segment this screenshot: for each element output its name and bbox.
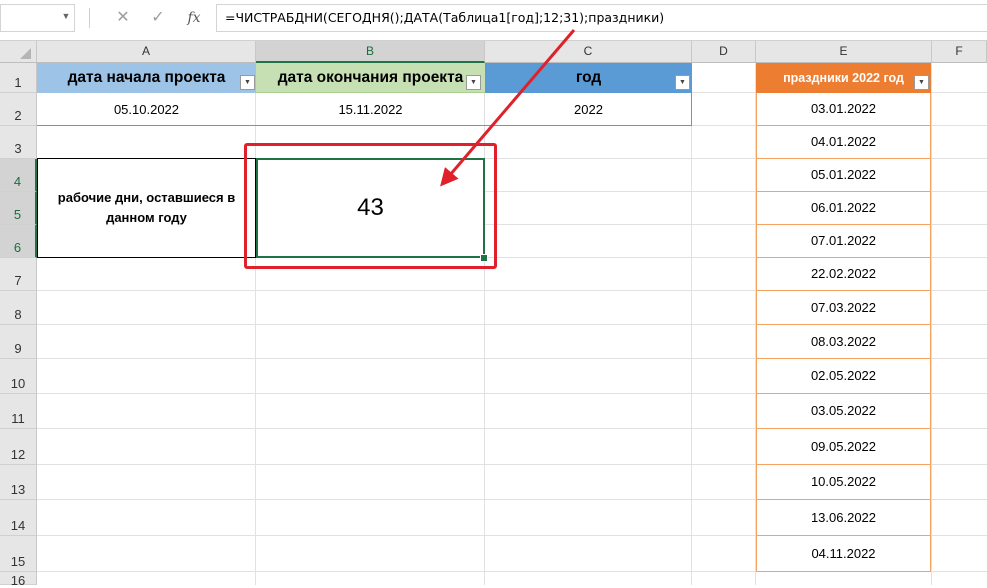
arrow-line	[440, 29, 576, 187]
annotation-arrow	[440, 29, 576, 187]
